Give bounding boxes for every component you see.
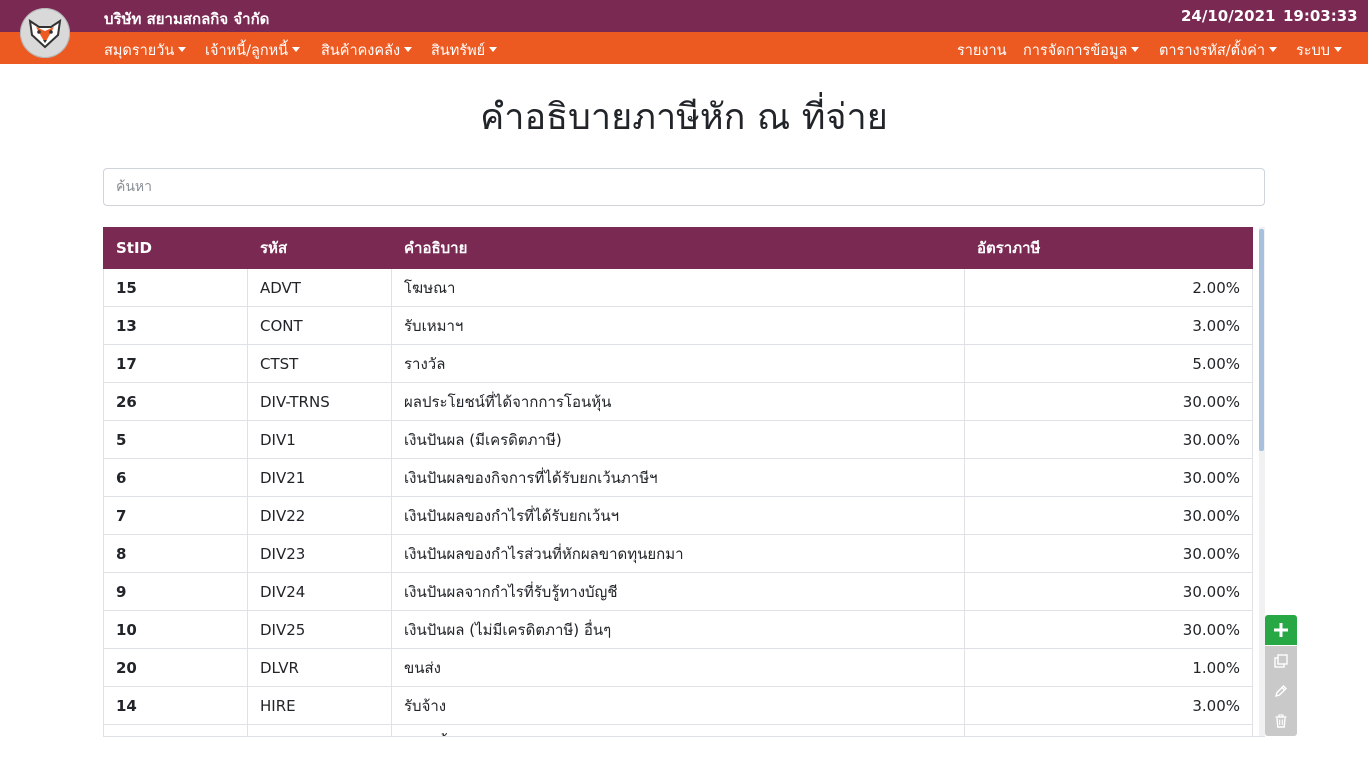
table-scrollbar-thumb[interactable] — [1259, 229, 1264, 451]
column-header-tax-rate[interactable]: อัตราภาษี — [964, 227, 1253, 269]
cell-stid: 20 — [103, 648, 248, 687]
table-row[interactable]: 20 DLVR ขนส่ง 1.00% — [103, 648, 1253, 687]
cell-code: DIV21 — [247, 458, 392, 497]
cell-code: DIV-TRNS — [247, 382, 392, 421]
withholding-tax-table: StID รหัส คำอธิบาย อัตราภาษี 15 ADVT โฆษณา… — [103, 227, 1265, 737]
main-nav: สมุดรายวัน เจ้าหนี้/ลูกหนี้ สินค้าคงคลัง… — [0, 32, 1368, 64]
table-row[interactable]: 26 DIV-TRNS ผลประโยชน์ที่ได้จากการโอนหุ้น 3… — [103, 382, 1253, 421]
cell-description: รางวัล — [391, 344, 965, 383]
copy-icon — [1274, 654, 1288, 668]
cell-tax-rate: 30.00% — [964, 420, 1253, 459]
cell-tax-rate: 3.00% — [964, 686, 1253, 725]
table-row[interactable]: 17 CTST รางวัล 5.00% — [103, 344, 1253, 383]
pencil-icon — [1274, 685, 1287, 698]
cell-tax-rate: 3.00% — [964, 724, 1253, 736]
company-name: บริษัท สยามสกลกิจ จำกัด — [104, 10, 270, 28]
cell-code: DIV22 — [247, 496, 392, 535]
table-row[interactable]: 12INDEดอกเบี้ยเงินฝาก3.00% — [103, 724, 1253, 736]
cell-description: เงินปันผลของกิจการที่ได้รับยกเว้นภาษีฯ — [391, 458, 965, 497]
nav-report[interactable]: รายงาน — [957, 39, 1007, 62]
nav-data-management[interactable]: การจัดการข้อมูล — [1023, 39, 1139, 62]
cell-description: โฆษณา — [391, 268, 965, 307]
cell-tax-rate: 30.00% — [964, 610, 1253, 649]
cell-stid: 17 — [103, 344, 248, 383]
cell-description: รับจ้าง — [391, 686, 965, 725]
cell-description: ขนส่ง — [391, 648, 965, 687]
nav-assets[interactable]: สินทรัพย์ — [431, 39, 497, 62]
cell-tax-rate: 30.00% — [964, 534, 1253, 573]
table-row[interactable]: 9 DIV24 เงินปันผลจากกำไรที่รับรู้ทางบัญชี 3… — [103, 572, 1253, 611]
cell-stid: 10 — [103, 610, 248, 649]
cell-stid: 26 — [103, 382, 248, 421]
table-row[interactable]: 15 ADVT โฆษณา 2.00% — [103, 268, 1253, 307]
cell-tax-rate: 30.00% — [964, 496, 1253, 535]
cell-code: CTST — [247, 344, 392, 383]
cell-stid: 5 — [103, 420, 248, 459]
table-row[interactable]: 7 DIV22 เงินปันผลของกำไรที่ได้รับยกเว้นฯ 30… — [103, 496, 1253, 535]
current-date: 24/10/2021 — [1181, 7, 1276, 25]
edit-button[interactable] — [1265, 676, 1297, 706]
nav-payables-receivables[interactable]: เจ้าหนี้/ลูกหนี้ — [205, 39, 300, 62]
nav-code-tables-settings[interactable]: ตารางรหัส/ตั้งค่า — [1159, 39, 1277, 62]
top-bar: บริษัท สยามสกลกิจ จำกัด 24/10/2021 19:03… — [0, 0, 1368, 32]
cell-tax-rate: 30.00% — [964, 382, 1253, 421]
delete-button[interactable] — [1265, 706, 1297, 736]
fox-logo-icon — [28, 18, 62, 49]
nav-inventory[interactable]: สินค้าคงคลัง — [321, 39, 412, 62]
cell-stid: 6 — [103, 458, 248, 497]
table-body: 15 ADVT โฆษณา 2.00% 13 CONT รับเหมาฯ 3.00% 17 CTS… — [103, 268, 1253, 736]
table-row[interactable]: 10 DIV25 เงินปันผล (ไม่มีเครดิตภาษี) อื่นๆ… — [103, 610, 1253, 649]
cell-code: CONT — [247, 306, 392, 345]
add-button[interactable] — [1265, 615, 1297, 645]
cell-stid: 13 — [103, 306, 248, 345]
cell-stid: 15 — [103, 268, 248, 307]
cell-description: ดอกเบี้ยเงินฝาก — [391, 724, 965, 736]
cell-description: เงินปันผลของกำไรส่วนที่หักผลขาดทุนยกมา — [391, 534, 965, 573]
cell-stid: 9 — [103, 572, 248, 611]
cell-tax-rate: 30.00% — [964, 458, 1253, 497]
cell-code: DIV25 — [247, 610, 392, 649]
cell-tax-rate: 2.00% — [964, 268, 1253, 307]
cell-description: เงินปันผล (มีเครดิตภาษี) — [391, 420, 965, 459]
column-header-stid[interactable]: StID — [103, 227, 248, 269]
cell-stid: 12 — [103, 724, 248, 736]
table-header-row: StID รหัส คำอธิบาย อัตราภาษี — [103, 227, 1253, 269]
column-header-code[interactable]: รหัส — [247, 227, 392, 269]
cell-description: เงินปันผลจากกำไรที่รับรู้ทางบัญชี — [391, 572, 965, 611]
table-row[interactable]: 6 DIV21 เงินปันผลของกิจการที่ได้รับยกเว้นภ… — [103, 458, 1253, 497]
fox-logo[interactable] — [20, 8, 70, 58]
cell-tax-rate: 5.00% — [964, 344, 1253, 383]
cell-stid: 14 — [103, 686, 248, 725]
cell-code: DIV24 — [247, 572, 392, 611]
table-row[interactable]: 13 CONT รับเหมาฯ 3.00% — [103, 306, 1253, 345]
nav-journal[interactable]: สมุดรายวัน — [104, 39, 186, 62]
cell-code: INDE — [247, 724, 392, 736]
search-input[interactable] — [103, 168, 1265, 206]
cell-code: DIV1 — [247, 420, 392, 459]
cell-tax-rate: 3.00% — [964, 306, 1253, 345]
cell-description: เงินปันผลของกำไรที่ได้รับยกเว้นฯ — [391, 496, 965, 535]
cell-code: HIRE — [247, 686, 392, 725]
cell-description: เงินปันผล (ไม่มีเครดิตภาษี) อื่นๆ — [391, 610, 965, 649]
cell-code: ADVT — [247, 268, 392, 307]
copy-button[interactable] — [1265, 646, 1297, 676]
plus-icon — [1274, 623, 1288, 637]
cell-tax-rate: 30.00% — [964, 572, 1253, 611]
table-row[interactable]: 14 HIRE รับจ้าง 3.00% — [103, 686, 1253, 725]
trash-icon — [1275, 714, 1287, 728]
cell-code: DLVR — [247, 648, 392, 687]
table-row[interactable]: 8 DIV23 เงินปันผลของกำไรส่วนที่หักผลขาดทุน… — [103, 534, 1253, 573]
page-title: คำอธิบายภาษีหัก ณ ที่จ่าย — [480, 97, 888, 138]
cell-description: ผลประโยชน์ที่ได้จากการโอนหุ้น — [391, 382, 965, 421]
cell-stid: 7 — [103, 496, 248, 535]
current-time: 19:03:33 — [1283, 7, 1358, 25]
nav-system[interactable]: ระบบ — [1296, 39, 1342, 62]
column-header-description[interactable]: คำอธิบาย — [391, 227, 965, 269]
cell-stid: 8 — [103, 534, 248, 573]
cell-tax-rate: 1.00% — [964, 648, 1253, 687]
cell-code: DIV23 — [247, 534, 392, 573]
table-row[interactable]: 5 DIV1 เงินปันผล (มีเครดิตภาษี) 30.00% — [103, 420, 1253, 459]
cell-description: รับเหมาฯ — [391, 306, 965, 345]
